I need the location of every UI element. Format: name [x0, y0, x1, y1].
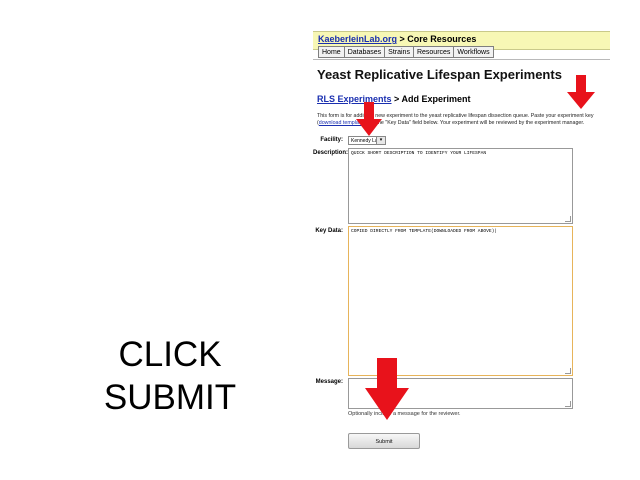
facility-select[interactable]: Kennedy Lab ▾: [348, 136, 386, 145]
key-data-label: Key Data:: [315, 228, 343, 234]
key-data-value: COPIED DIRECTLY FROM TEMPLATE(DOWNLOADED…: [351, 229, 498, 234]
site-breadcrumb: KaeberleinLab.org > Core Resources: [318, 34, 476, 44]
key-data-textarea[interactable]: COPIED DIRECTLY FROM TEMPLATE(DOWNLOADED…: [348, 226, 573, 376]
nav-divider: [313, 59, 610, 60]
nav-item-workflows[interactable]: Workflows: [453, 46, 494, 58]
breadcrumb-current: > Add Experiment: [391, 94, 471, 104]
page-breadcrumb: RLS Experiments > Add Experiment: [317, 94, 470, 104]
nav-item-strains[interactable]: Strains: [384, 46, 414, 58]
down-arrow-icon: [567, 75, 595, 109]
description-value: QUICK SHORT DESCRIPTION TO IDENTIFY YOUR…: [351, 151, 487, 156]
nav-item-databases[interactable]: Databases: [343, 46, 386, 58]
message-label: Message:: [315, 379, 343, 385]
down-arrow-icon: [356, 102, 382, 136]
caption-line-2: SUBMIT: [103, 378, 237, 417]
breadcrumb-separator: >: [397, 34, 408, 44]
caption-line-1: CLICK: [118, 335, 222, 374]
nav-bar: Home Databases Strains Resources Workflo…: [318, 46, 494, 58]
description-textarea[interactable]: QUICK SHORT DESCRIPTION TO IDENTIFY YOUR…: [348, 148, 573, 224]
resize-grip-icon[interactable]: [565, 401, 571, 407]
page-title: Yeast Replicative Lifespan Experiments: [317, 67, 562, 82]
description-label: Description:: [313, 150, 349, 156]
instruction-caption: CLICK SUBMIT: [95, 333, 245, 419]
nav-item-resources[interactable]: Resources: [412, 46, 455, 58]
site-home-link[interactable]: KaeberleinLab.org: [318, 34, 397, 44]
facility-label: Facility:: [320, 137, 343, 143]
chevron-down-icon[interactable]: ▾: [376, 137, 385, 144]
breadcrumb-section: Core Resources: [407, 34, 477, 44]
resize-grip-icon[interactable]: [565, 216, 571, 222]
submit-button[interactable]: Submit: [348, 433, 420, 449]
intro-text-after: ) into the "Key Data" field below. Your …: [363, 120, 585, 126]
down-arrow-icon: [365, 358, 409, 420]
browser-screenshot: KaeberleinLab.org > Core Resources Home …: [313, 26, 610, 456]
resize-grip-icon[interactable]: [565, 368, 571, 374]
nav-item-home[interactable]: Home: [318, 46, 345, 58]
